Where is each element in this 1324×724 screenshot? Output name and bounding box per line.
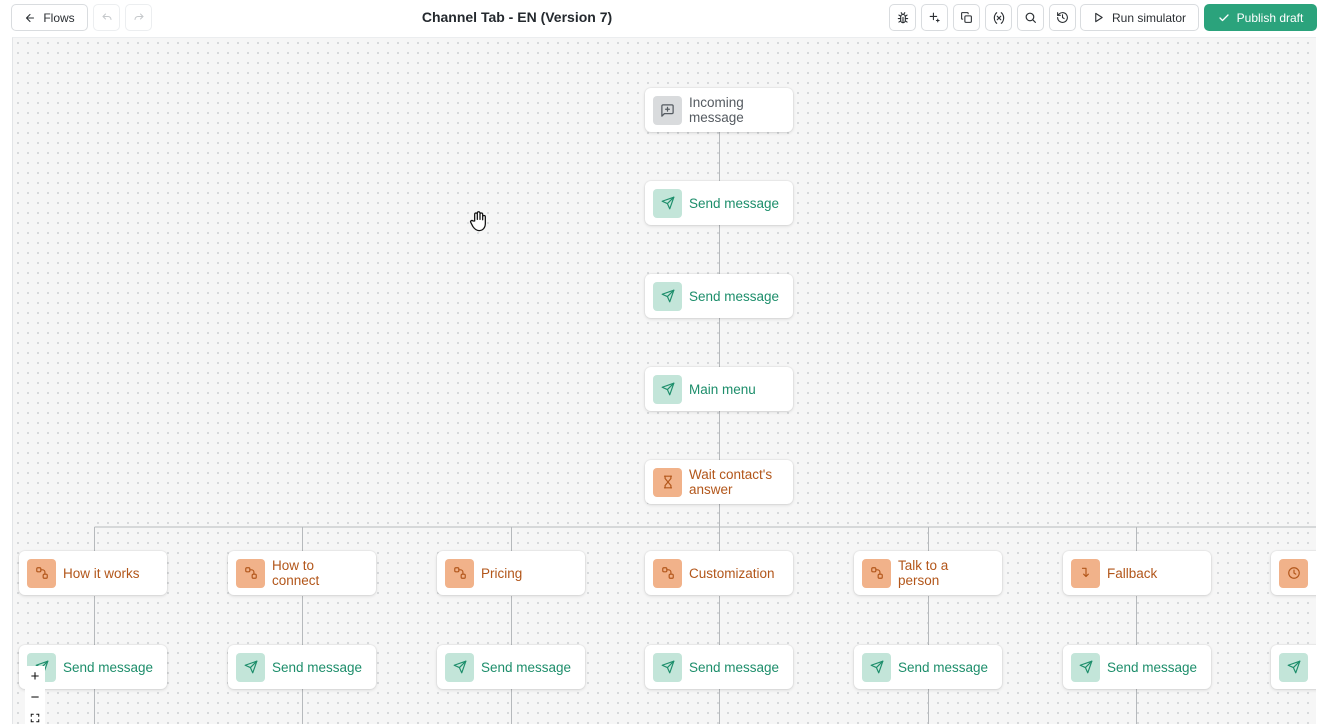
split-icon — [445, 558, 474, 588]
node-label: Send message — [272, 659, 363, 675]
node-wait-contact-answer[interactable]: Wait contact's answer — [645, 460, 793, 504]
corner-down-right-icon — [1071, 558, 1100, 588]
node-branch[interactable]: Pricing — [437, 551, 585, 595]
node-label: How to connect — [272, 558, 320, 588]
node-label: Fallback — [1107, 565, 1158, 581]
node-send-message[interactable]: Send message — [854, 645, 1002, 689]
node-label: Send message — [689, 659, 780, 675]
zoom-out-button[interactable]: − — [25, 687, 45, 708]
node-label: Wait contact's answer — [689, 467, 773, 497]
debug-button[interactable] — [889, 4, 916, 31]
node-send-message[interactable]: Send message — [228, 645, 376, 689]
check-icon — [1218, 12, 1230, 24]
play-icon — [1093, 12, 1104, 23]
send-icon — [1279, 652, 1308, 682]
copy-button[interactable] — [953, 4, 980, 31]
hand-cursor-icon — [468, 210, 488, 237]
node-branch[interactable]: How it works — [19, 551, 167, 595]
node-label: Talk to a person — [898, 558, 949, 588]
toolbar: Flows Channel Tab - EN (Version 7) Run s… — [0, 0, 1324, 36]
split-icon — [236, 558, 265, 588]
send-icon — [236, 652, 265, 682]
send-icon — [1071, 652, 1100, 682]
node-send-message[interactable]: Send message — [645, 274, 793, 318]
run-simulator-label: Run simulator — [1111, 10, 1187, 25]
node-main-menu[interactable]: Main menu — [645, 367, 793, 411]
node-label: How it works — [63, 565, 140, 581]
run-simulator-button[interactable]: Run simulator — [1080, 4, 1199, 31]
node-branch[interactable]: Talk to a person — [854, 551, 1002, 595]
node-label: Main menu — [689, 381, 756, 397]
node-incoming-message[interactable]: Incoming message — [645, 88, 793, 132]
split-icon — [653, 558, 682, 588]
send-icon — [653, 652, 682, 682]
split-icon — [862, 558, 891, 588]
node-label: Send message — [63, 659, 154, 675]
node-branch[interactable]: Customization — [645, 551, 793, 595]
fit-view-button[interactable] — [25, 708, 45, 724]
send-icon — [653, 188, 682, 218]
send-icon — [445, 652, 474, 682]
history-button[interactable] — [1049, 4, 1076, 31]
search-icon — [1024, 11, 1037, 24]
variable-icon — [992, 11, 1006, 25]
node-send-message[interactable]: Send message — [437, 645, 585, 689]
bug-icon — [896, 11, 910, 25]
node-branch[interactable]: How to connect — [228, 551, 376, 595]
fit-view-icon — [30, 710, 40, 724]
node-send-message[interactable]: Send message — [1063, 645, 1211, 689]
node-label: Send message — [898, 659, 989, 675]
send-icon — [653, 281, 682, 311]
clock-icon — [1279, 558, 1308, 588]
variables-button[interactable] — [985, 4, 1012, 31]
message-square-plus-icon — [653, 95, 682, 125]
page-title: Channel Tab - EN (Version 7) — [421, 9, 613, 25]
node-label: Incoming message — [689, 95, 744, 125]
ai-assist-button[interactable] — [921, 4, 948, 31]
node-label: Send message — [481, 659, 572, 675]
copy-icon — [960, 11, 973, 24]
node-label: Send message — [689, 195, 780, 211]
node-label: Pricing — [481, 565, 523, 581]
history-icon — [1056, 11, 1069, 24]
flow-canvas[interactable]: Incoming message Send message Send messa… — [12, 37, 1316, 724]
node-send-message[interactable]: Send message — [645, 181, 793, 225]
zoom-in-button[interactable]: + — [25, 666, 45, 687]
split-icon — [27, 558, 56, 588]
send-icon — [862, 652, 891, 682]
publish-draft-button[interactable]: Publish draft — [1204, 4, 1317, 31]
node-send-message[interactable] — [1271, 645, 1316, 689]
node-label: Send message — [689, 288, 780, 304]
node-label: Send message — [1107, 659, 1198, 675]
node-branch-fallback[interactable]: Fallback — [1063, 551, 1211, 595]
node-send-message[interactable]: Send message — [645, 645, 793, 689]
hourglass-icon — [653, 467, 682, 497]
publish-draft-label: Publish draft — [1236, 10, 1304, 25]
node-branch-timeout[interactable] — [1271, 551, 1316, 595]
node-label: Customization — [689, 565, 775, 581]
search-button[interactable] — [1017, 4, 1044, 31]
sparkle-icon — [928, 11, 941, 24]
zoom-controls: + − — [25, 666, 45, 724]
send-icon — [653, 374, 682, 404]
